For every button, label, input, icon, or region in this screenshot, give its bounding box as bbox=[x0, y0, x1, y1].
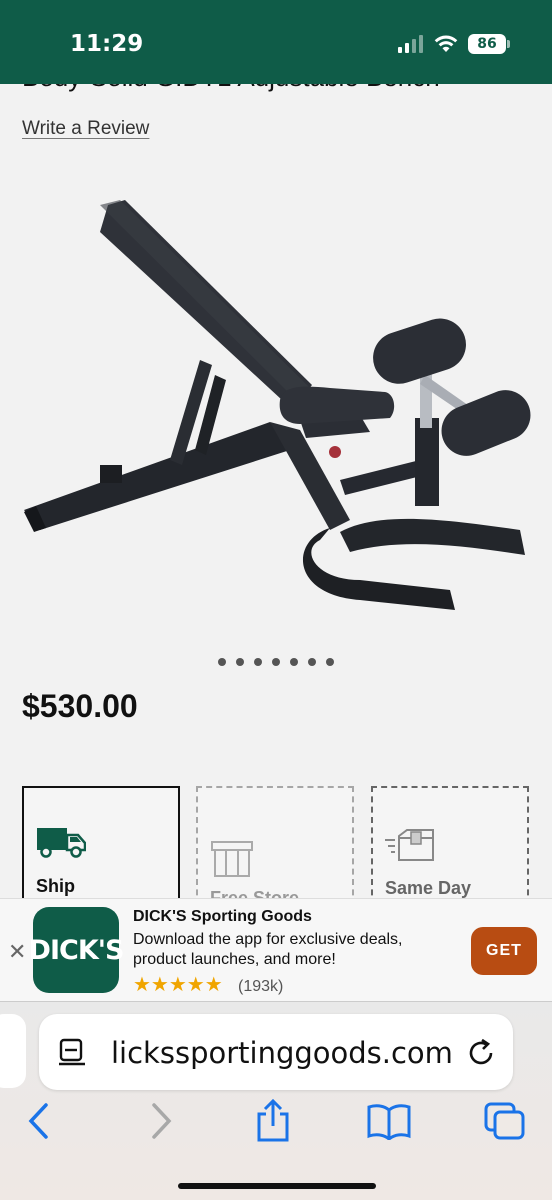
ship-option[interactable]: Ship bbox=[22, 786, 180, 916]
reload-icon[interactable] bbox=[467, 1038, 497, 1068]
carousel-dot[interactable] bbox=[326, 658, 334, 666]
forward-icon[interactable] bbox=[146, 1102, 174, 1140]
banner-description: Download the app for exclusive deals, pr… bbox=[133, 931, 403, 968]
store-icon bbox=[211, 841, 253, 877]
share-icon[interactable] bbox=[254, 1098, 292, 1144]
ship-option-label: Ship bbox=[36, 876, 75, 896]
previous-tab-peek[interactable] bbox=[0, 1014, 26, 1088]
image-carousel-dots bbox=[0, 658, 552, 666]
carousel-dot[interactable] bbox=[308, 658, 316, 666]
status-bar: 11:29 86 bbox=[0, 0, 552, 84]
wifi-icon bbox=[434, 35, 458, 52]
address-bar[interactable]: lickssportinggoods.com bbox=[39, 1014, 513, 1090]
url-text: lickssportinggoods.com bbox=[111, 1036, 453, 1070]
carousel-dot[interactable] bbox=[236, 658, 244, 666]
truck-icon bbox=[37, 828, 86, 858]
tabs-icon[interactable] bbox=[484, 1102, 528, 1142]
app-install-banner: ✕ DICK'S DICK'S Sporting Goods Download … bbox=[0, 898, 552, 1002]
rating-count: (193k) bbox=[238, 978, 284, 995]
banner-app-title: DICK'S Sporting Goods bbox=[133, 908, 312, 925]
product-image[interactable] bbox=[0, 160, 552, 650]
free-store-pickup-option[interactable]: Free Store bbox=[196, 786, 354, 916]
same-day-option[interactable]: Same Day bbox=[371, 786, 529, 916]
write-review-link[interactable]: Write a Review bbox=[22, 118, 149, 140]
carousel-dot[interactable] bbox=[218, 658, 226, 666]
package-icon bbox=[385, 829, 434, 861]
home-indicator bbox=[178, 1183, 376, 1189]
get-app-button[interactable]: GET bbox=[471, 927, 537, 975]
status-time: 11:29 bbox=[70, 31, 144, 57]
star-rating: ★★★★★ bbox=[133, 974, 223, 996]
bookmarks-icon[interactable] bbox=[366, 1102, 412, 1140]
reader-view-icon[interactable] bbox=[59, 1038, 87, 1066]
dicks-app-logo: DICK'S bbox=[29, 907, 124, 993]
carousel-dot[interactable] bbox=[272, 658, 280, 666]
carousel-dot[interactable] bbox=[290, 658, 298, 666]
product-price: $530.00 bbox=[22, 688, 138, 724]
back-icon[interactable] bbox=[26, 1102, 54, 1140]
same-day-option-label: Same Day bbox=[385, 878, 472, 898]
status-icons: 86 bbox=[398, 34, 510, 54]
safari-toolbar: lickssportinggoods.com bbox=[0, 1002, 552, 1200]
cellular-signal-icon bbox=[398, 35, 423, 53]
battery-icon: 86 bbox=[468, 34, 510, 54]
carousel-dot[interactable] bbox=[254, 658, 262, 666]
close-icon[interactable]: ✕ bbox=[8, 939, 26, 965]
